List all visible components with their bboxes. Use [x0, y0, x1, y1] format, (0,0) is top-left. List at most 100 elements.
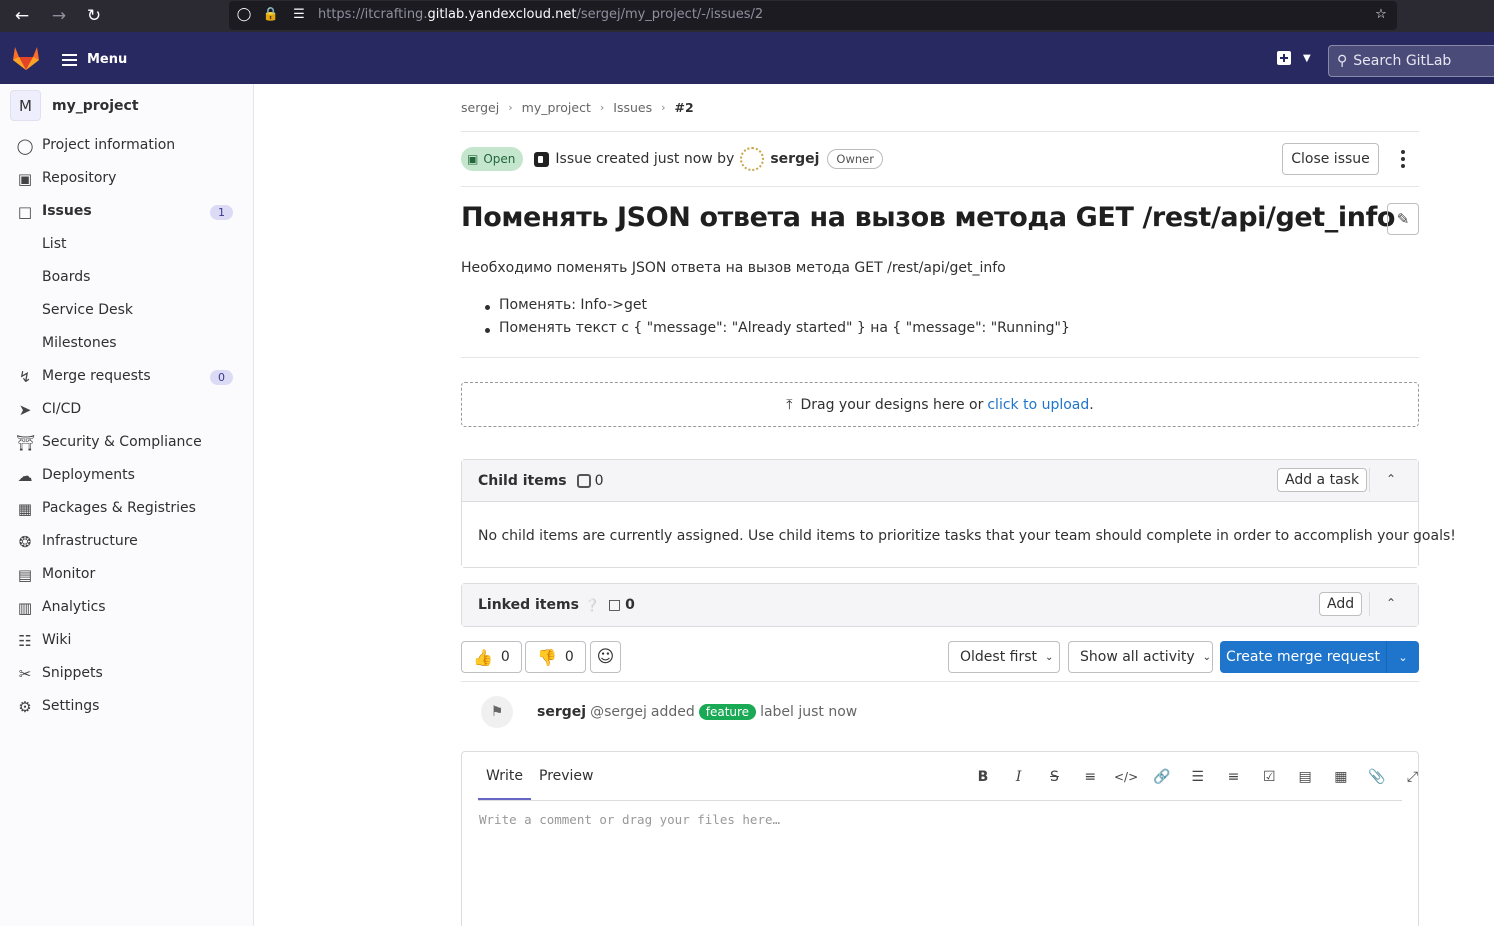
- more-actions-icon[interactable]: [1395, 148, 1411, 170]
- create-merge-request-label[interactable]: Create merge request: [1220, 641, 1387, 673]
- edit-title-button[interactable]: ✎: [1387, 203, 1419, 235]
- chevron-right-icon: ›: [661, 101, 666, 114]
- comment-form: Write Preview B I S ≡ </> 🔗 ☰ ≡ ☑ ▤ ▦ 📎 …: [461, 751, 1419, 926]
- add-reaction-button[interactable]: ☺: [590, 641, 621, 673]
- task-list-icon[interactable]: ☑: [1251, 768, 1287, 786]
- dropzone-text: Drag your designs here or: [800, 396, 984, 413]
- reload-icon[interactable]: ↻: [82, 4, 106, 28]
- bulleted-list-icon[interactable]: ☰: [1180, 768, 1216, 786]
- thumbs-up-button[interactable]: 👍 0: [461, 641, 522, 673]
- feature-label[interactable]: feature: [698, 704, 757, 720]
- author-link[interactable]: sergej: [770, 151, 819, 167]
- sidebar-item-boards[interactable]: Boards: [0, 261, 253, 294]
- sidebar-item-snippets[interactable]: ✂ Snippets: [0, 657, 253, 690]
- count-value: 0: [594, 472, 604, 489]
- sidebar-item-milestones[interactable]: Milestones: [0, 327, 253, 360]
- gitlab-logo-icon[interactable]: [12, 45, 40, 71]
- url-text[interactable]: https://itcrafting.gitlab.yandexcloud.ne…: [318, 7, 763, 22]
- sidebar-item-label: Service Desk: [42, 302, 133, 318]
- add-linked-item-button[interactable]: Add: [1319, 592, 1363, 616]
- linked-items-count: □ 0: [608, 597, 635, 613]
- thumbs-up-icon: 👍: [473, 647, 493, 667]
- chevron-up-icon[interactable]: ⌃: [1384, 472, 1398, 486]
- tab-preview[interactable]: Preview: [539, 768, 594, 784]
- comment-textarea[interactable]: [479, 812, 1399, 922]
- activity-filter-dropdown[interactable]: Show all activity ⌄: [1068, 641, 1213, 673]
- project-avatar: M: [10, 90, 41, 121]
- breadcrumb-issues[interactable]: Issues: [613, 100, 652, 115]
- sidebar-item-wiki[interactable]: ☷ Wiki: [0, 624, 253, 657]
- sidebar-item-merge-requests[interactable]: ↯ Merge requests 0: [0, 360, 253, 393]
- sidebar-item-deployments[interactable]: ☁ Deployments: [0, 459, 253, 492]
- address-bar[interactable]: ◯ 🔒 ☰ https://itcrafting.gitlab.yandexcl…: [229, 1, 1397, 30]
- search-icon: ⚲: [1337, 53, 1348, 69]
- sidebar-item-project-information[interactable]: ◯ Project information: [0, 129, 253, 162]
- close-issue-button[interactable]: Close issue: [1282, 143, 1379, 175]
- child-items-header: Child items 0 Add a task ⌃: [462, 460, 1418, 501]
- filter-label: Show all activity: [1080, 649, 1195, 665]
- breadcrumb-current[interactable]: #2: [675, 100, 694, 115]
- thumbs-down-icon: 👎: [537, 647, 557, 667]
- table-icon[interactable]: ▦: [1323, 768, 1359, 786]
- permissions-icon[interactable]: ☰: [290, 6, 308, 24]
- activity-user[interactable]: sergej: [537, 704, 586, 720]
- sidebar-item-label: Boards: [42, 269, 91, 285]
- package-icon: ▦: [17, 500, 33, 518]
- collapsible-section-icon[interactable]: ▤: [1287, 768, 1323, 786]
- code-icon[interactable]: </>: [1108, 768, 1144, 786]
- breadcrumb-user[interactable]: sergej: [461, 100, 499, 115]
- lock-icon[interactable]: 🔒: [262, 6, 280, 24]
- chevron-up-icon[interactable]: ⌃: [1384, 596, 1398, 610]
- back-icon[interactable]: ←: [10, 4, 34, 28]
- design-dropzone[interactable]: ⤒ Drag your designs here or click to uplo…: [461, 382, 1419, 427]
- sort-dropdown[interactable]: Oldest first ⌄: [948, 641, 1060, 673]
- sidebar-item-label: Infrastructure: [42, 533, 138, 549]
- fullscreen-icon[interactable]: ⤢: [1395, 768, 1431, 786]
- browser-toolbar: ← → ↻ ◯ 🔒 ☰ https://itcrafting.gitlab.ya…: [0, 0, 1494, 32]
- avatar[interactable]: [740, 147, 765, 171]
- breadcrumb-project[interactable]: my_project: [522, 100, 591, 115]
- divider: [461, 357, 1419, 358]
- sidebar-item-ci-cd[interactable]: ➤ CI/CD: [0, 393, 253, 426]
- sidebar-item-infrastructure[interactable]: ❂ Infrastructure: [0, 525, 253, 558]
- search-input[interactable]: ⚲ Search GitLab: [1328, 45, 1494, 77]
- quote-icon[interactable]: ≡: [1072, 768, 1108, 786]
- sidebar-item-label: Deployments: [42, 467, 135, 483]
- chevron-down-icon[interactable]: ⌄: [1387, 641, 1419, 673]
- tab-write[interactable]: Write: [486, 768, 523, 784]
- attach-file-icon[interactable]: 📎: [1359, 768, 1395, 786]
- numbered-list-icon[interactable]: ≡: [1216, 768, 1252, 786]
- shield-icon: ⛩: [16, 434, 36, 452]
- sidebar: M my_project ◯ Project information ▣ Rep…: [0, 84, 254, 926]
- thumbs-down-button[interactable]: 👎 0: [525, 641, 586, 673]
- sidebar-item-label: Issues: [42, 203, 92, 219]
- project-name: my_project: [52, 97, 139, 114]
- add-task-button[interactable]: Add a task: [1277, 468, 1368, 492]
- sidebar-item-list[interactable]: List: [0, 228, 253, 261]
- sidebar-item-security-compliance[interactable]: ⛩ Security & Compliance: [0, 426, 253, 459]
- strikethrough-icon[interactable]: S: [1037, 768, 1073, 786]
- sidebar-item-label: Security & Compliance: [42, 434, 202, 450]
- sidebar-item-repository[interactable]: ▣ Repository: [0, 162, 253, 195]
- activity-handle[interactable]: @sergej: [590, 704, 647, 720]
- create-merge-request-button[interactable]: Create merge request ⌄: [1220, 641, 1419, 673]
- forward-icon[interactable]: →: [47, 4, 71, 28]
- sidebar-item-packages-registries[interactable]: ▦ Packages & Registries: [0, 492, 253, 525]
- bold-icon[interactable]: B: [965, 768, 1001, 786]
- sidebar-item-settings[interactable]: ⚙ Settings: [0, 690, 253, 723]
- sidebar-item-analytics[interactable]: ▥ Analytics: [0, 591, 253, 624]
- sidebar-item-monitor[interactable]: ▤ Monitor: [0, 558, 253, 591]
- sidebar-item-label: Milestones: [42, 335, 117, 351]
- italic-icon[interactable]: I: [1001, 768, 1037, 786]
- link-icon[interactable]: 🔗: [1144, 768, 1180, 786]
- shield-icon[interactable]: ◯: [235, 6, 253, 24]
- project-header[interactable]: M my_project: [10, 90, 139, 121]
- help-icon[interactable]: ❔: [585, 598, 600, 612]
- sidebar-item-service-desk[interactable]: Service Desk: [0, 294, 253, 327]
- menu-button[interactable]: Menu: [62, 50, 127, 68]
- sidebar-item-issues[interactable]: □ Issues 1: [0, 195, 253, 228]
- bookmark-star-icon[interactable]: ☆: [1372, 6, 1390, 24]
- new-dropdown[interactable]: ▼: [1277, 51, 1311, 65]
- upload-link[interactable]: click to upload: [987, 397, 1089, 413]
- markdown-toolbar: B I S ≡ </> 🔗 ☰ ≡ ☑ ▤ ▦ 📎 ⤢: [965, 768, 1430, 786]
